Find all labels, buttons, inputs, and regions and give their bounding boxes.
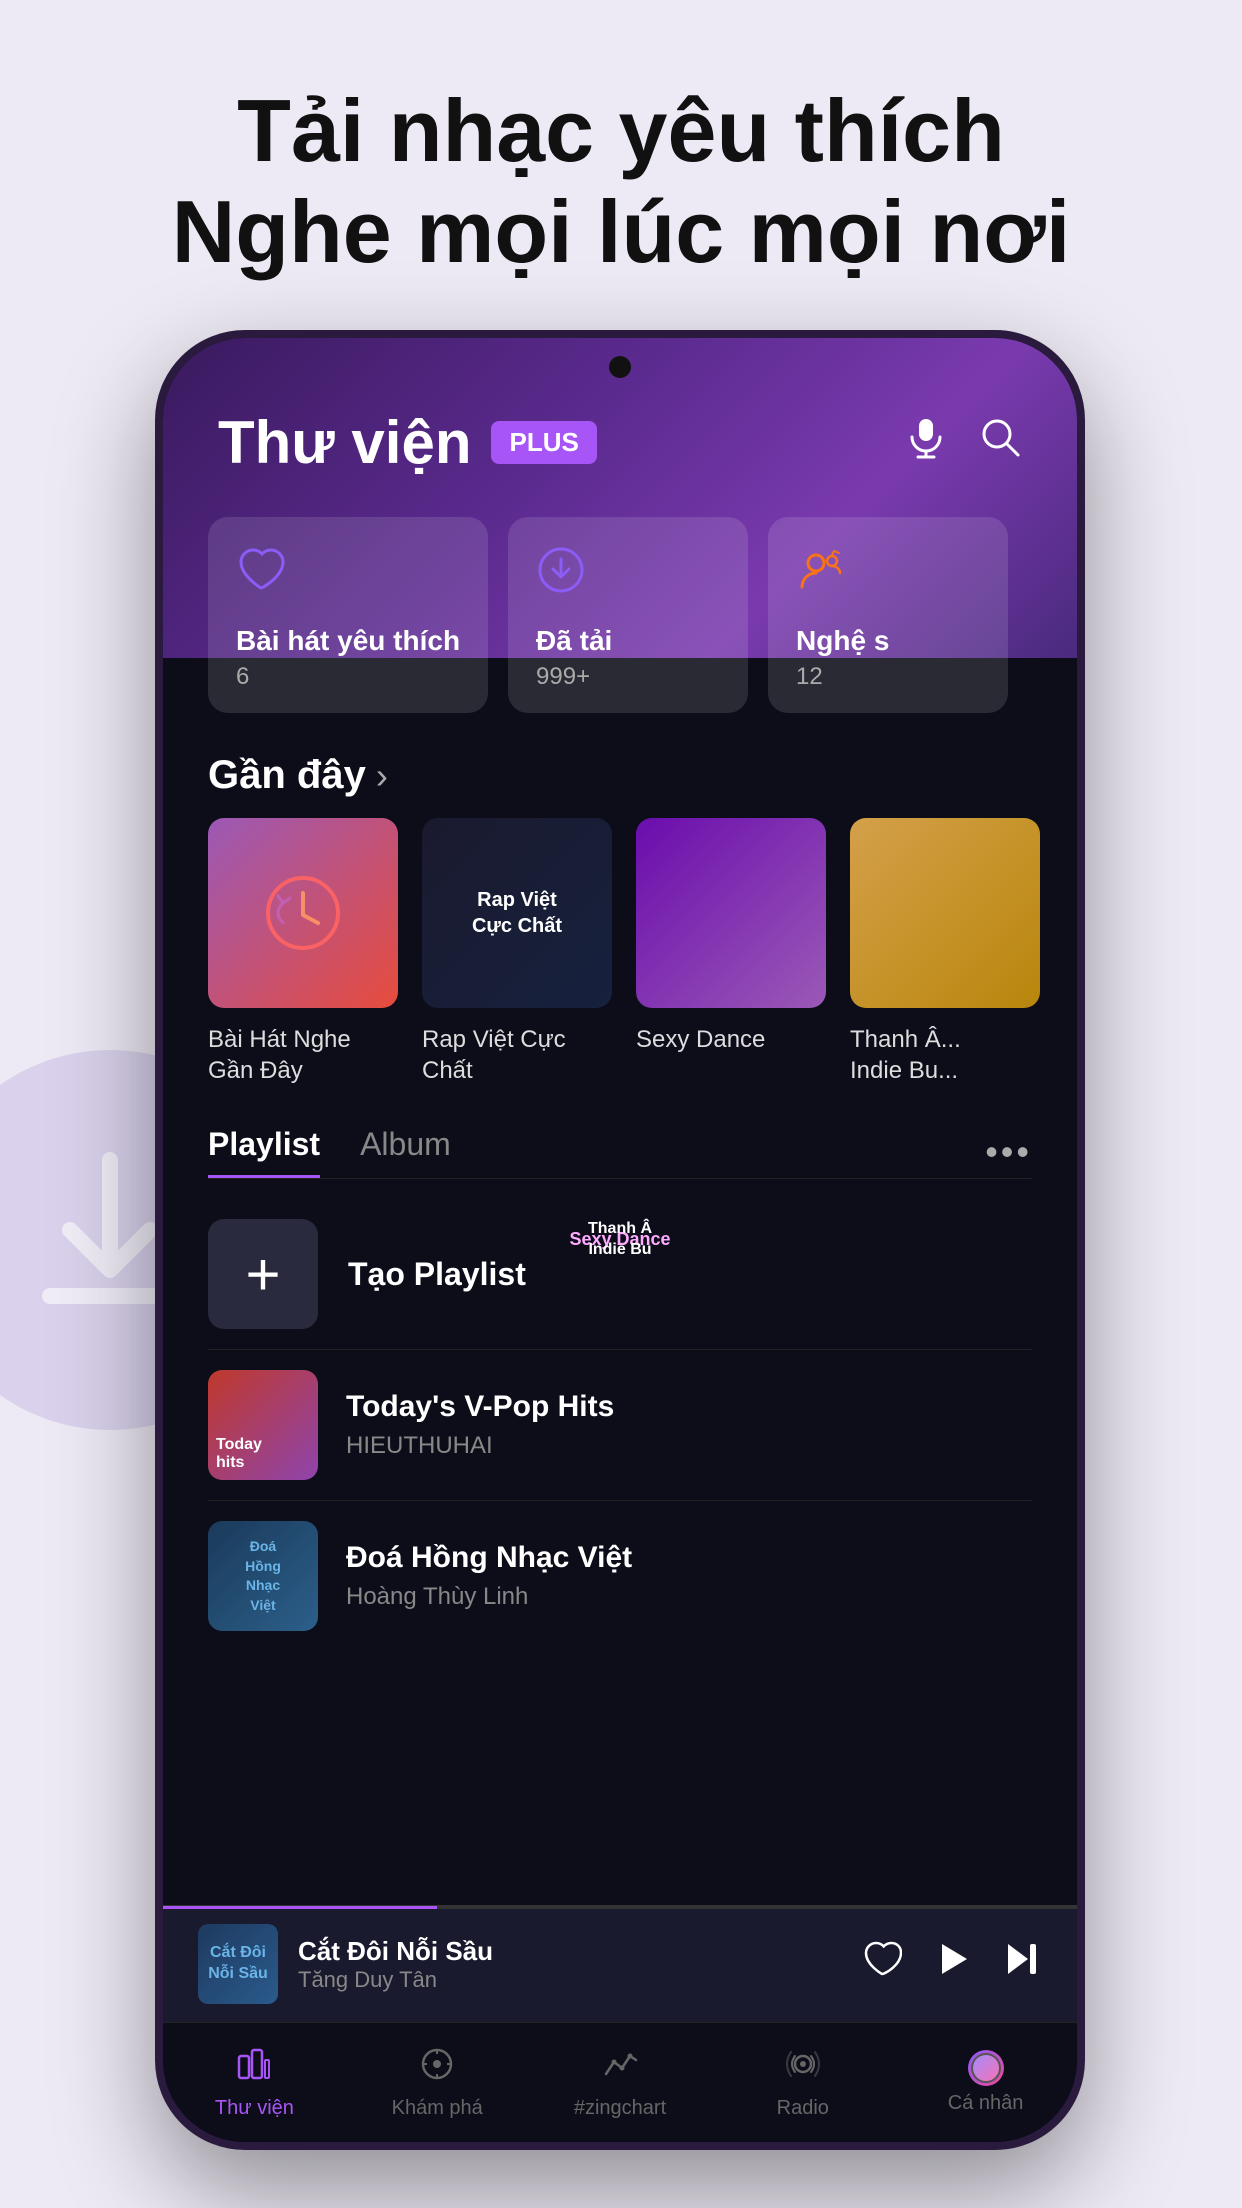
artist-icon	[796, 545, 980, 607]
bottom-nav: Thư viện Khám phá	[163, 2022, 1077, 2142]
profile-icon	[968, 2050, 1004, 2086]
mini-player-info: Cắt Đôi Nỗi Sầu Tăng Duy Tân	[298, 1936, 842, 1993]
radio-icon	[785, 2046, 821, 2091]
download-circle-icon	[536, 545, 720, 607]
playlist-thumb-0: Today hits	[208, 1370, 318, 1480]
downloaded-title: Đã tải	[536, 625, 720, 657]
library-icon	[236, 2046, 272, 2091]
mini-next-icon[interactable]	[1002, 1939, 1042, 1989]
app-content: Thư viện PLUS	[163, 338, 1077, 2142]
tab-playlist[interactable]: Playlist	[208, 1126, 320, 1178]
nav-item-chart[interactable]: #zingchart	[529, 2023, 712, 2142]
mini-progress-bar	[163, 1906, 1077, 1909]
headline-line2: Nghe mọi lúc mọi nơi	[60, 181, 1182, 282]
artist-title: Nghệ s	[796, 625, 980, 657]
nav-item-library[interactable]: Thư viện	[163, 2023, 346, 2142]
tab-album[interactable]: Album	[360, 1126, 451, 1178]
mini-player-thumb: Cắt ĐôiNỗi Sầu	[198, 1924, 278, 2004]
nav-item-radio[interactable]: Radio	[711, 2023, 894, 2142]
chart-icon	[602, 2046, 638, 2091]
mini-progress-fill	[163, 1906, 437, 1909]
favorites-count: 6	[236, 663, 460, 691]
explore-icon	[419, 2046, 455, 2091]
recent-item-3[interactable]: Thanh ÂIndie Bu Thanh Â...Indie Bu...	[850, 818, 1040, 1086]
search-icon[interactable]	[978, 415, 1022, 470]
mini-player[interactable]: Cắt ĐôiNỗi Sầu Cắt Đôi Nỗi Sầu Tăng Duy …	[163, 1905, 1077, 2022]
favorites-title: Bài hát yêu thích	[236, 625, 460, 657]
recent-items-list: Bài Hát NgheGần Đây Rap ViệtCực Chất Rap…	[163, 818, 1077, 1086]
downloaded-count: 999+	[536, 663, 720, 691]
nav-label-library: Thư viện	[215, 2097, 294, 2120]
mini-play-icon[interactable]	[932, 1939, 972, 1989]
nav-label-explore: Khám phá	[392, 2097, 483, 2120]
phone-shell: Thư viện PLUS	[155, 330, 1085, 2150]
title-row: Thư viện PLUS	[218, 408, 597, 477]
quick-cards-row: Bài hát yêu thích 6 Đã tải 999+	[163, 517, 1077, 713]
nav-label-radio: Radio	[777, 2097, 829, 2120]
nav-label-chart: #zingchart	[574, 2097, 666, 2120]
quick-card-favorites[interactable]: Bài hát yêu thích 6	[208, 517, 488, 713]
nav-item-profile[interactable]: Cá nhân	[894, 2023, 1077, 2142]
mini-player-artist: Tăng Duy Tân	[298, 1967, 842, 1993]
nav-label-profile: Cá nhân	[948, 2092, 1024, 2115]
phone-camera	[609, 356, 631, 378]
heart-icon	[236, 545, 460, 607]
mini-player-title: Cắt Đôi Nỗi Sầu	[298, 1936, 842, 1967]
headline: Tải nhạc yêu thích Nghe mọi lúc mọi nơi	[0, 80, 1242, 282]
nav-item-explore[interactable]: Khám phá	[346, 2023, 529, 2142]
artist-count: 12	[796, 663, 980, 691]
microphone-icon[interactable]	[904, 415, 948, 470]
recent-thumb-3: Thanh ÂIndie Bu	[850, 818, 1040, 1008]
quick-card-artist[interactable]: Nghệ s 12	[768, 517, 1008, 713]
mini-heart-icon[interactable]	[862, 1939, 902, 1989]
app-title: Thư viện	[218, 408, 471, 477]
plus-badge[interactable]: PLUS	[491, 421, 596, 464]
headline-line1: Tải nhạc yêu thích	[60, 80, 1182, 181]
quick-card-downloaded[interactable]: Đã tải 999+	[508, 517, 748, 713]
header-icons	[904, 415, 1022, 470]
mini-player-controls	[862, 1939, 1042, 1989]
